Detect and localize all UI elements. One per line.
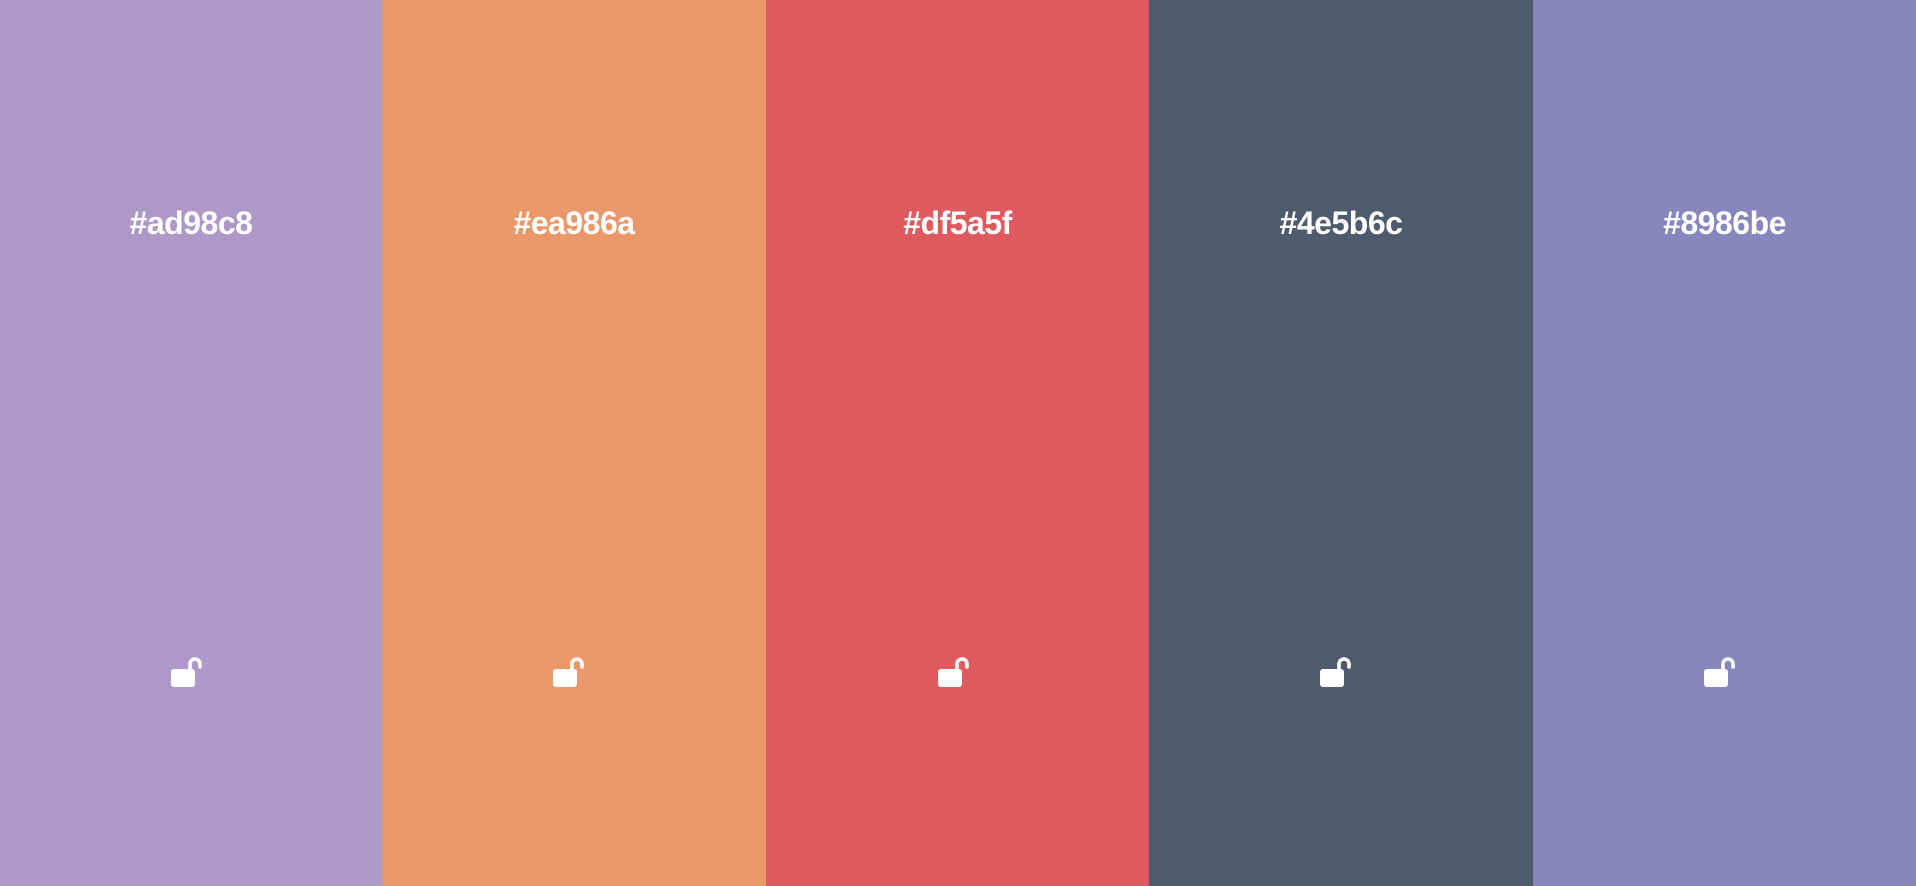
- color-swatch-1[interactable]: #ad98c8: [0, 0, 382, 886]
- palette: #ad98c8 #ea986a #df5a5f #4e5b6c #8986be: [0, 0, 1916, 886]
- unlock-icon: [545, 648, 589, 692]
- hex-label-1[interactable]: #ad98c8: [0, 200, 382, 246]
- hex-label-3[interactable]: #df5a5f: [766, 200, 1149, 246]
- color-swatch-3[interactable]: #df5a5f: [766, 0, 1149, 886]
- color-swatch-5[interactable]: #8986be: [1533, 0, 1916, 886]
- color-swatch-2[interactable]: #ea986a: [382, 0, 766, 886]
- unlock-icon: [930, 648, 974, 692]
- unlock-icon: [1312, 648, 1356, 692]
- unlock-icon: [163, 648, 207, 692]
- lock-toggle-button-4[interactable]: [1310, 646, 1358, 694]
- lock-toggle-button-5[interactable]: [1694, 646, 1742, 694]
- hex-label-4[interactable]: #4e5b6c: [1149, 200, 1533, 246]
- hex-label-2[interactable]: #ea986a: [382, 200, 766, 246]
- hex-label-5[interactable]: #8986be: [1533, 200, 1916, 246]
- unlock-icon: [1696, 648, 1740, 692]
- color-swatch-4[interactable]: #4e5b6c: [1149, 0, 1533, 886]
- lock-toggle-button-3[interactable]: [928, 646, 976, 694]
- lock-toggle-button-1[interactable]: [161, 646, 209, 694]
- lock-toggle-button-2[interactable]: [543, 646, 591, 694]
